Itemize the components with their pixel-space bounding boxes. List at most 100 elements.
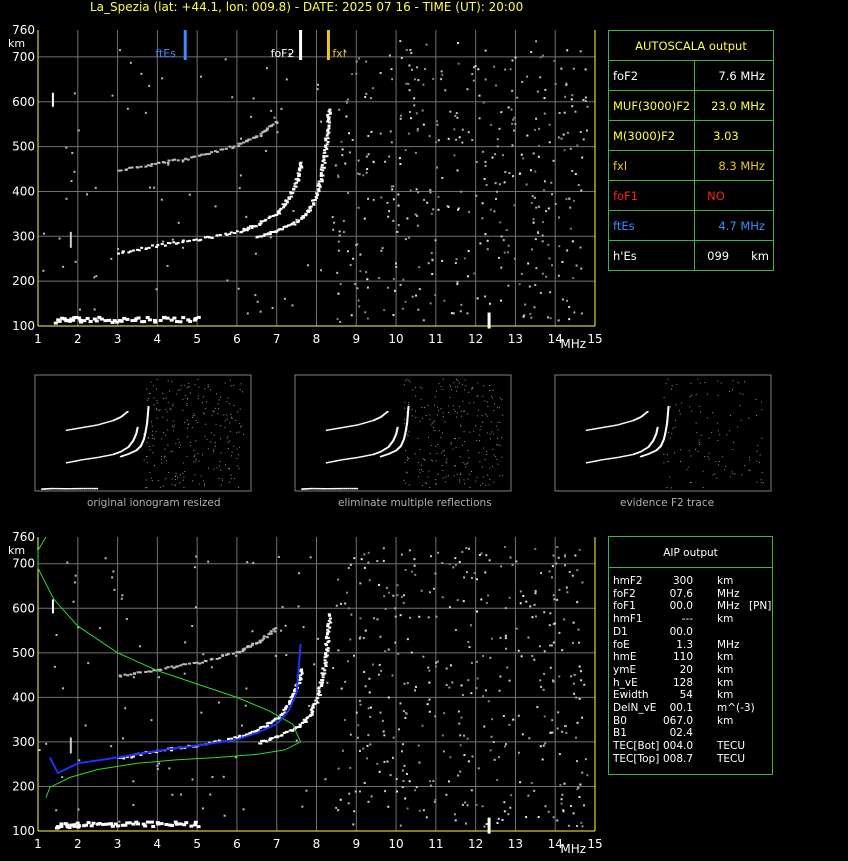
thumbnail-noise: [159, 486, 161, 488]
noise-speck: [486, 239, 489, 242]
thumbnail-trace: [67, 429, 70, 431]
trace-point: [319, 178, 323, 181]
x-tick-label: 4: [154, 332, 162, 346]
thumbnail-noise: [419, 420, 421, 422]
thumbnail-trace: [614, 457, 617, 459]
autoscala-label: M(3000)F2: [607, 120, 696, 151]
thumbnail-noise: [143, 433, 145, 435]
noise-speck: [224, 58, 227, 61]
noise-speck: [414, 213, 417, 216]
thumbnail-noise: [194, 474, 196, 476]
trace-point: [304, 212, 308, 215]
thumbnail-noise: [444, 421, 446, 423]
noise-speck: [256, 300, 259, 303]
noise-speck: [384, 790, 387, 793]
noise-speck: [434, 239, 437, 242]
thumbnail-trace: [331, 428, 334, 430]
trace-point: [321, 676, 325, 679]
trace-point: [317, 187, 321, 190]
noise-speck: [476, 610, 479, 613]
thumbnail-trace: [356, 487, 359, 490]
thumbnail-noise: [446, 462, 448, 464]
noise-speck: [405, 772, 408, 775]
thumbnail-trace: [329, 461, 332, 463]
thumbnail-noise: [215, 423, 217, 425]
noise-speck: [372, 160, 375, 163]
trace-point: [242, 229, 246, 232]
noise-speck: [276, 131, 279, 134]
trace-point: [254, 225, 258, 228]
noise-speck: [445, 683, 448, 686]
noise-speck: [556, 545, 559, 548]
trace-point: [325, 147, 329, 150]
thumbnail-noise: [453, 409, 455, 411]
thumbnail-noise: [761, 409, 763, 411]
thumbnail-trace: [609, 457, 611, 460]
noise-speck: [436, 120, 439, 123]
thumbnail-noise: [177, 477, 179, 479]
thumbnail-noise: [489, 433, 491, 435]
noise-speck: [417, 79, 420, 82]
noise-speck: [335, 604, 338, 607]
thumbnail-trace: [624, 422, 627, 424]
noise-speck: [432, 208, 435, 211]
noise-speck: [385, 586, 388, 589]
noise-speck: [514, 56, 517, 59]
thumbnail-trace: [333, 428, 336, 430]
noise-speck: [369, 97, 372, 100]
thumbnail-noise: [195, 440, 197, 442]
thumbnail-noise: [479, 461, 481, 463]
noise-speck: [347, 607, 350, 610]
noise-speck: [582, 138, 585, 141]
noise-speck: [477, 767, 480, 770]
noise-speck: [467, 275, 470, 278]
thumbnail-noise: [749, 469, 751, 471]
noise-speck: [535, 40, 538, 43]
thumbnail-noise: [228, 481, 230, 483]
noise-speck: [461, 128, 464, 131]
thumbnail-trace: [354, 487, 357, 490]
thumbnail-noise: [672, 427, 674, 429]
noise-speck: [458, 722, 461, 725]
trace-point: [149, 164, 153, 167]
noise-speck: [469, 624, 472, 627]
thumbnail-noise: [464, 410, 466, 412]
thumbnail-trace: [63, 487, 66, 490]
trace-point: [280, 734, 284, 737]
noise-speck: [399, 702, 402, 705]
noise-speck: [543, 180, 546, 183]
thumbnail-noise: [729, 391, 731, 393]
thumbnail-noise: [186, 403, 188, 405]
thumbnail-noise: [483, 385, 485, 387]
thumbnail-trace: [75, 487, 78, 490]
thumbnail-noise: [415, 417, 417, 419]
trace-point: [323, 161, 327, 164]
trace-point: [166, 161, 170, 164]
noise-speck: [77, 808, 80, 811]
thumbnail-noise: [195, 420, 197, 422]
trace-point: [208, 236, 212, 239]
trace-point: [203, 236, 207, 239]
thumbnail-noise: [227, 436, 229, 438]
trace-point: [262, 637, 266, 640]
trace-point: [256, 235, 260, 238]
thumbnail-trace: [335, 460, 338, 462]
trace-point: [278, 212, 282, 215]
aip-param: B0: [613, 714, 627, 727]
noise-speck: [465, 571, 468, 574]
trace-point: [317, 180, 321, 183]
thumbnail-trace: [81, 426, 84, 429]
trace-point: [265, 636, 269, 639]
noise-speck: [484, 295, 487, 298]
thumbnail-noise: [473, 430, 475, 432]
noise-speck: [508, 172, 511, 175]
noise-speck: [399, 614, 402, 617]
noise-speck: [521, 80, 524, 83]
thumbnail-trace: [595, 427, 598, 430]
thumbnail-noise: [164, 455, 166, 457]
noise-speck: [332, 228, 335, 231]
noise-speck: [70, 180, 73, 183]
noise-speck: [502, 239, 505, 242]
thumbnail-trace: [622, 455, 625, 458]
thumbnail-noise: [227, 397, 229, 399]
